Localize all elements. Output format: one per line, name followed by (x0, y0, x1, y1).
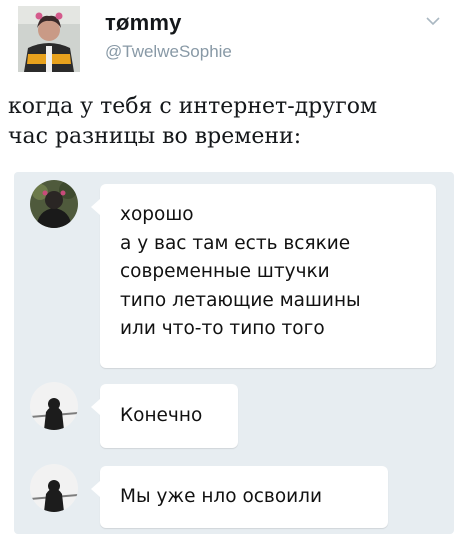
tweet-text-line: когда у тебя с интернет-другом (8, 94, 378, 119)
message-line: а у вас там есть всякие (120, 232, 351, 254)
future-friend-avatar (30, 382, 78, 430)
friend-avatar-icon (30, 180, 78, 228)
chat-screenshot: хорошо а у вас там есть всякие современн… (14, 172, 454, 534)
future-friend-avatar (30, 464, 78, 512)
author-avatar[interactable] (18, 6, 80, 72)
message-bubble: Мы уже нло освоили (91, 466, 388, 528)
message-bubble: хорошо а у вас там есть всякие современн… (91, 184, 436, 368)
message-line: хорошо (120, 204, 194, 225)
tweet-header: тømmy @TwelweSophie (0, 0, 467, 88)
friend-avatar (30, 180, 78, 228)
message-line: современные штучки (120, 261, 330, 283)
message-bubble: Конечно (91, 384, 238, 448)
person-avatar-icon (18, 6, 80, 72)
tweet-text-line: час разницы во времени: (8, 124, 302, 149)
tweet-text: когда у тебя с интернет-другом час разни… (8, 92, 463, 152)
message-line: Мы уже нло освоили (120, 486, 323, 507)
message-line: типо летающие машины (120, 289, 361, 311)
message-line: или что-то типо того (120, 318, 325, 340)
hooded-figure-avatar-icon (30, 464, 78, 512)
author-handle[interactable]: @TwelweSophie (105, 42, 232, 62)
author-display-name[interactable]: тømmy (105, 10, 182, 36)
chevron-down-icon[interactable] (422, 12, 444, 30)
message-line: Конечно (120, 405, 203, 426)
hooded-figure-avatar-icon (30, 382, 78, 430)
